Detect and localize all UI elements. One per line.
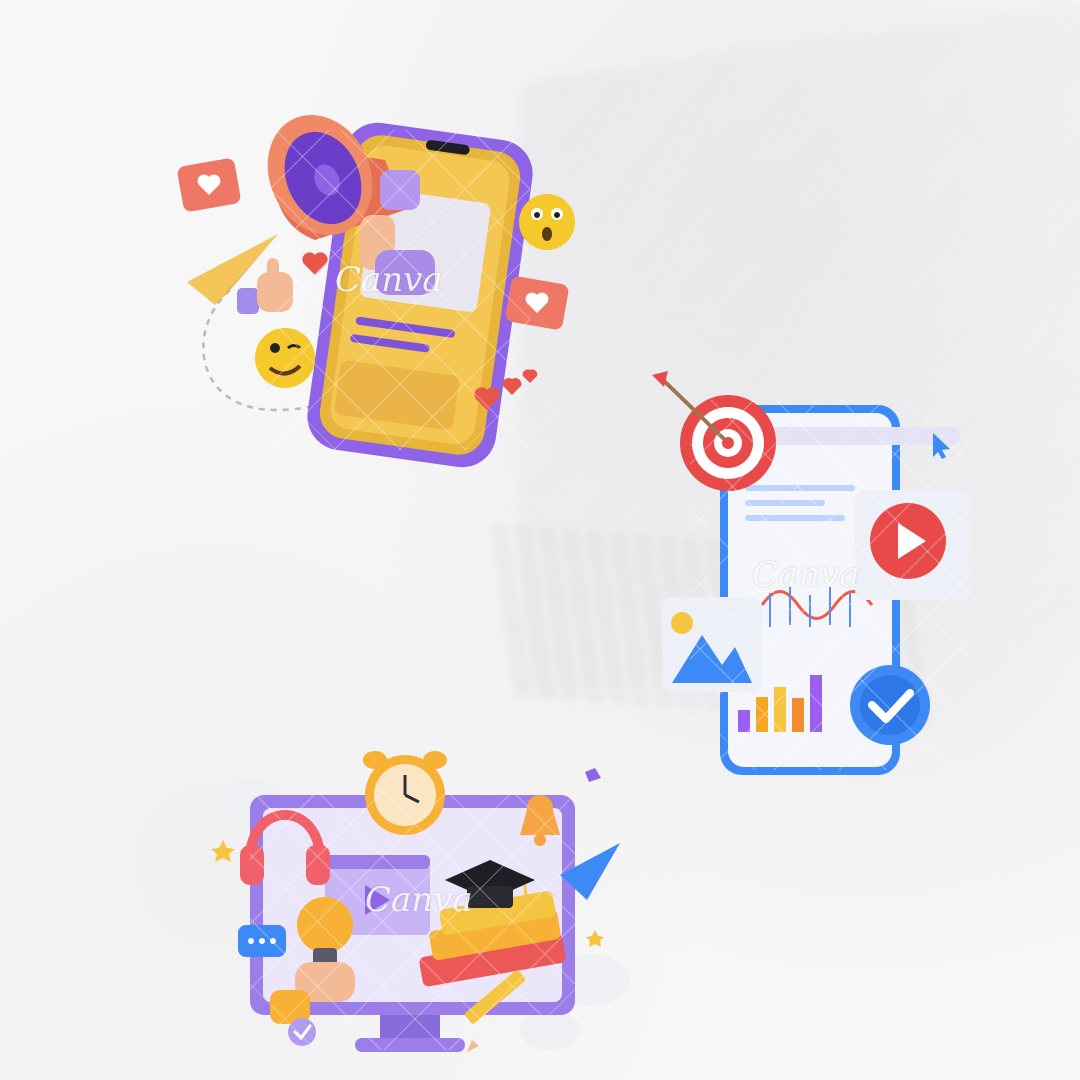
digital-marketing-analytics-illustration — [652, 371, 970, 775]
star-icon — [211, 840, 235, 862]
heart-bubble-icon — [177, 158, 241, 212]
diamond-icon — [585, 768, 601, 782]
heart-icon — [502, 377, 522, 395]
heart-icon — [522, 369, 538, 383]
image-icon — [662, 597, 762, 692]
winking-emoji-icon — [255, 328, 315, 388]
canvas: Canva Canva Canva — [0, 0, 1080, 1080]
checkmark-badge-icon — [288, 1018, 316, 1046]
target-icon — [652, 371, 776, 491]
heart-bubble-icon — [505, 276, 569, 330]
surprised-emoji-icon — [519, 194, 575, 250]
play-button-icon — [855, 490, 970, 600]
social-media-marketing-illustration — [177, 114, 575, 468]
star-icon — [586, 930, 604, 947]
checkmark-badge-icon — [850, 665, 930, 745]
online-learning-illustration — [211, 751, 630, 1052]
heart-icon — [302, 252, 328, 275]
chat-bubble-icon — [238, 925, 286, 957]
